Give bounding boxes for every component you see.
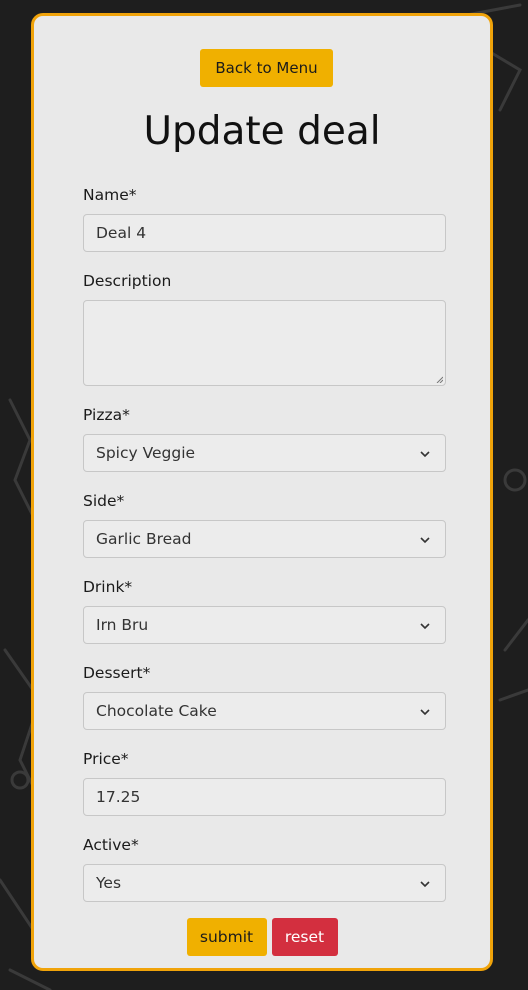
chevron-down-icon bbox=[420, 709, 430, 716]
name-input[interactable]: Deal 4 bbox=[83, 214, 446, 252]
price-value: 17.25 bbox=[96, 788, 141, 806]
back-to-menu-button[interactable]: Back to Menu bbox=[200, 49, 333, 87]
pizza-selected-value: Spicy Veggie bbox=[96, 444, 196, 462]
update-deal-card: Back to Menu Update deal Name* Deal 4 De… bbox=[31, 13, 493, 971]
chevron-down-icon bbox=[420, 881, 430, 888]
chevron-down-icon bbox=[420, 537, 430, 544]
side-label: Side* bbox=[83, 492, 125, 510]
drink-label: Drink* bbox=[83, 578, 133, 596]
reset-button[interactable]: reset bbox=[271, 918, 338, 956]
active-select[interactable]: Yes bbox=[83, 864, 446, 902]
dessert-select[interactable]: Chocolate Cake bbox=[83, 692, 446, 730]
chevron-down-icon bbox=[420, 623, 430, 630]
dessert-label: Dessert* bbox=[83, 664, 151, 682]
form-actions: submit reset bbox=[34, 918, 490, 956]
price-input[interactable]: 17.25 bbox=[83, 778, 446, 816]
active-label: Active* bbox=[83, 836, 139, 854]
dessert-selected-value: Chocolate Cake bbox=[96, 702, 217, 720]
name-value: Deal 4 bbox=[96, 224, 147, 242]
drink-select[interactable]: Irn Bru bbox=[83, 606, 446, 644]
chevron-down-icon bbox=[420, 451, 430, 458]
resize-grip-icon[interactable] bbox=[435, 375, 443, 383]
name-label: Name* bbox=[83, 186, 137, 204]
description-label: Description bbox=[83, 272, 172, 290]
active-selected-value: Yes bbox=[96, 874, 122, 892]
pizza-select[interactable]: Spicy Veggie bbox=[83, 434, 446, 472]
side-selected-value: Garlic Bread bbox=[96, 530, 192, 548]
pizza-label: Pizza* bbox=[83, 406, 130, 424]
price-label: Price* bbox=[83, 750, 129, 768]
side-select[interactable]: Garlic Bread bbox=[83, 520, 446, 558]
page-title: Update deal bbox=[143, 109, 381, 154]
drink-selected-value: Irn Bru bbox=[96, 616, 149, 634]
description-textarea[interactable] bbox=[83, 300, 446, 386]
submit-button[interactable]: submit bbox=[186, 918, 267, 956]
